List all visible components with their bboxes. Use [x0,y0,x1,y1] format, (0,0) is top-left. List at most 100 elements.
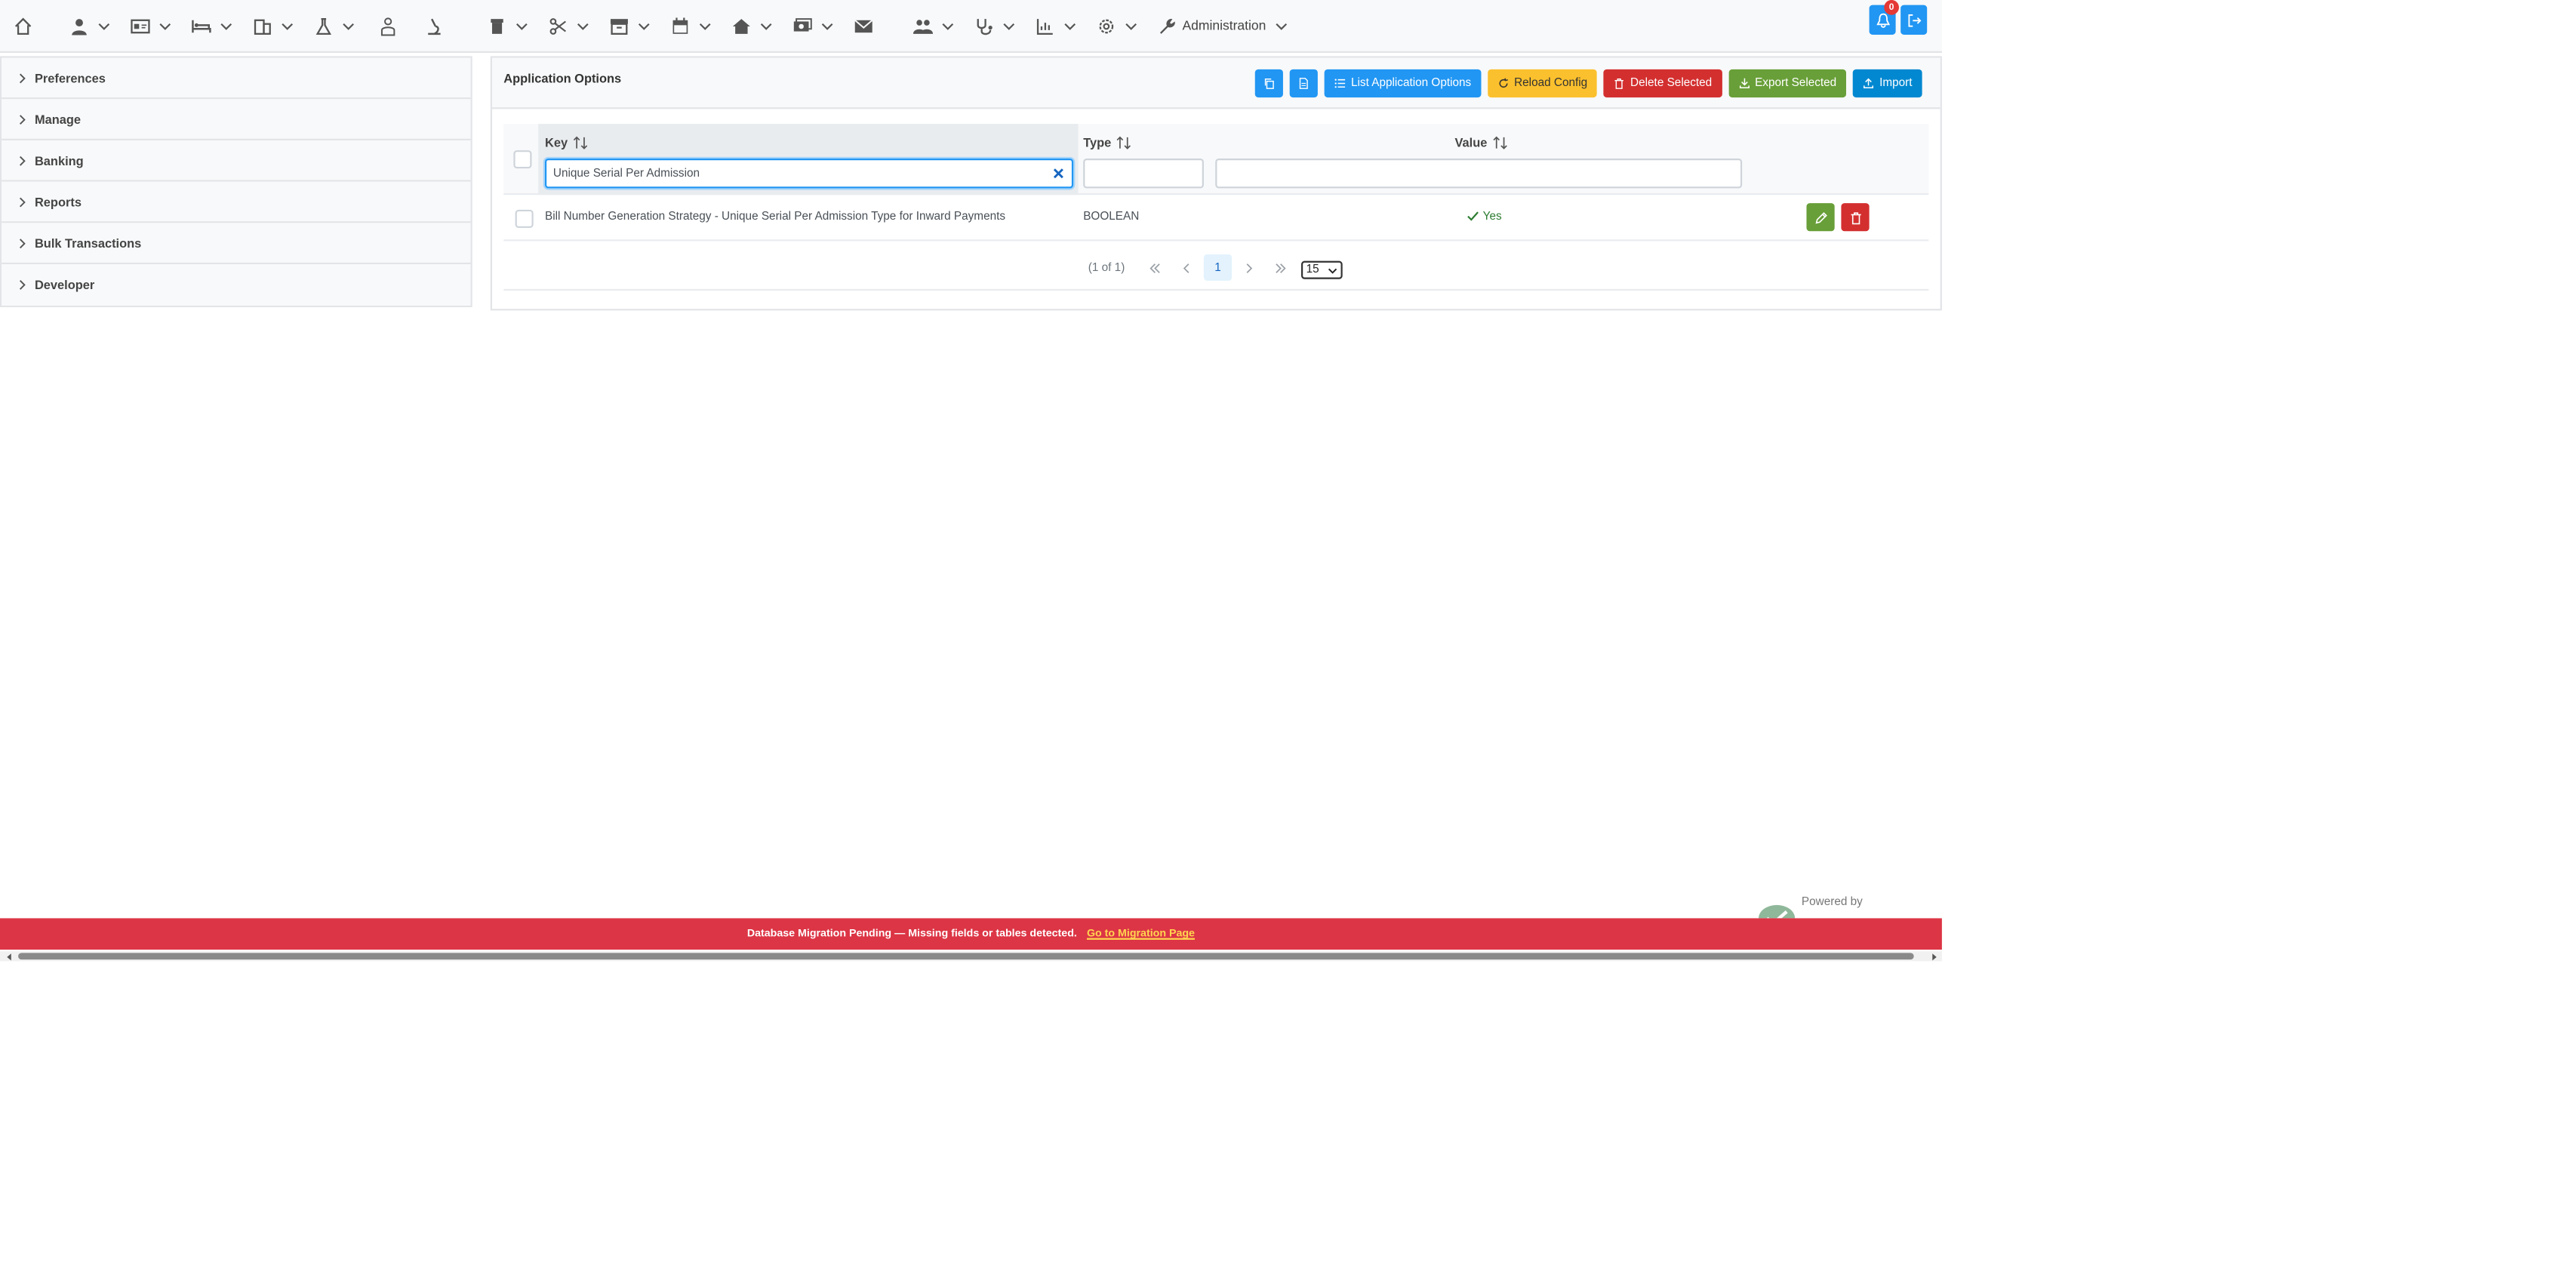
microscope-icon [424,16,444,35]
go-to-migration-link[interactable]: Go to Migration Page [1087,928,1195,940]
table-row[interactable]: Bill Number Generation Strategy - Unique… [503,195,1929,242]
nav-hostel-menu[interactable] [731,0,773,52]
prev-page-button[interactable] [1172,254,1199,281]
nav-reports-menu[interactable] [1036,0,1077,52]
last-page-button[interactable] [1266,254,1293,281]
nav-id-card-menu[interactable] [131,0,172,52]
migration-message: Database Migration Pending — Missing fie… [746,928,1077,940]
bell-icon [1875,12,1890,27]
delete-selected-button[interactable]: Delete Selected [1604,69,1722,98]
bed-icon [192,16,211,35]
chevron-down-icon [637,19,651,32]
type-column-label: Type [1083,135,1112,151]
value-filter-input[interactable] [1215,159,1743,189]
nav-home[interactable] [14,0,33,52]
doctor-icon [378,16,398,35]
horizontal-scrollbar[interactable] [0,951,1942,962]
page-report: (1 of 1) [1088,262,1125,275]
key-column-label: Key [544,135,568,151]
panel-header: Application Options List Application Opt… [491,57,1940,109]
nav-building-menu[interactable] [253,0,294,52]
nav-microscope[interactable] [424,0,444,52]
copy-button[interactable] [1255,69,1284,98]
nav-store-menu[interactable] [609,0,651,52]
chevron-down-icon [1002,19,1016,32]
notifications-button[interactable]: 0 [1869,0,1899,35]
nav-clinical-menu[interactable] [974,0,1016,52]
nav-doctor[interactable] [378,0,398,52]
toolbar: List Application Options Reload Config D… [1255,69,1922,98]
type-column-header[interactable]: Type [1083,135,1131,150]
select-all-checkbox[interactable] [513,150,532,169]
download-icon [1738,78,1755,89]
pencil-icon [1814,211,1827,224]
nav-patient-menu[interactable] [69,0,111,52]
chevron-down-icon [1328,266,1337,276]
chevron-left-icon [1180,262,1191,273]
nav-administration-menu[interactable]: Administration [1158,0,1288,52]
paginator: (1 of 1) 1 15 [503,241,1929,291]
delete-row-button[interactable] [1841,203,1870,232]
wrench-icon [1158,16,1177,35]
row-checkbox[interactable] [515,209,534,228]
nav-theatre-menu[interactable] [548,0,589,52]
sidebar-item-developer[interactable]: Developer [2,264,471,306]
nav-messages[interactable] [854,0,873,52]
page-1-button[interactable]: 1 [1203,254,1233,281]
delete-selected-label: Delete Selected [1630,77,1713,90]
upload-icon [1863,78,1879,89]
scrollbar-thumb[interactable] [18,953,1914,960]
key-filter-input[interactable]: Unique Serial Per Admission [544,159,1074,189]
new-document-button[interactable] [1290,69,1319,98]
export-selected-label: Export Selected [1755,77,1837,90]
user-icon [69,16,89,35]
row-value-text: Yes [1482,210,1502,223]
chevron-down-icon [281,19,294,32]
chevron-right-icon [1242,262,1254,273]
next-page-button[interactable] [1235,254,1261,281]
chevron-down-icon [1274,19,1288,32]
sidebar-item-bulk-transactions[interactable]: Bulk Transactions [2,223,471,265]
chevron-down-icon [342,19,355,32]
notification-badge: 0 [1884,0,1899,15]
nav-payments-menu[interactable] [792,0,834,52]
money-icon [792,16,812,35]
building-icon [253,16,272,35]
export-selected-button[interactable]: Export Selected [1728,69,1847,98]
id-card-icon [131,16,150,35]
type-filter-input[interactable] [1083,159,1204,189]
nav-bed-menu[interactable] [192,0,233,52]
sidebar-item-label: Banking [34,152,84,168]
nav-calendar-menu[interactable] [670,0,712,52]
chevron-down-icon [516,19,529,32]
nav-settings-menu[interactable] [1097,0,1138,52]
sidebar-item-banking[interactable]: Banking [2,140,471,182]
row-key: Bill Number Generation Strategy - Unique… [544,211,1006,223]
nav-staff-menu[interactable] [913,0,955,52]
chevron-down-icon [220,19,233,32]
top-navbar: Administration 0 [0,0,1942,54]
nav-pharmacy-menu[interactable] [487,0,528,52]
clear-filter-icon[interactable] [1052,167,1066,180]
sidebar-item-manage[interactable]: Manage [2,99,471,140]
administration-label: Administration [1182,18,1266,33]
rows-per-page-select[interactable]: 15 [1301,260,1343,279]
page-title: Application Options [503,71,622,86]
scroll-right-arrow-icon[interactable] [1927,951,1940,961]
scroll-left-arrow-icon[interactable] [2,951,15,961]
reload-config-button[interactable]: Reload Config [1488,69,1598,98]
application-options-table: Key Type Value Unique Serial Per Admissi… [503,124,1929,291]
value-column-header[interactable]: Value [1454,135,1507,150]
logout-button[interactable] [1900,5,1928,35]
sidebar-item-reports[interactable]: Reports [2,181,471,223]
table-header: Key Type Value Unique Serial Per Admissi… [503,124,1929,196]
first-page-button[interactable] [1141,254,1168,281]
edit-row-button[interactable] [1806,203,1835,232]
sidebar-item-preferences[interactable]: Preferences [2,57,471,100]
import-button[interactable]: Import [1853,69,1922,98]
row-value: Yes [1467,210,1502,223]
chevron-down-icon [1063,19,1077,32]
list-application-options-button[interactable]: List Application Options [1325,69,1482,98]
nav-lab-menu[interactable] [314,0,355,52]
key-column-header[interactable]: Key [545,135,587,150]
